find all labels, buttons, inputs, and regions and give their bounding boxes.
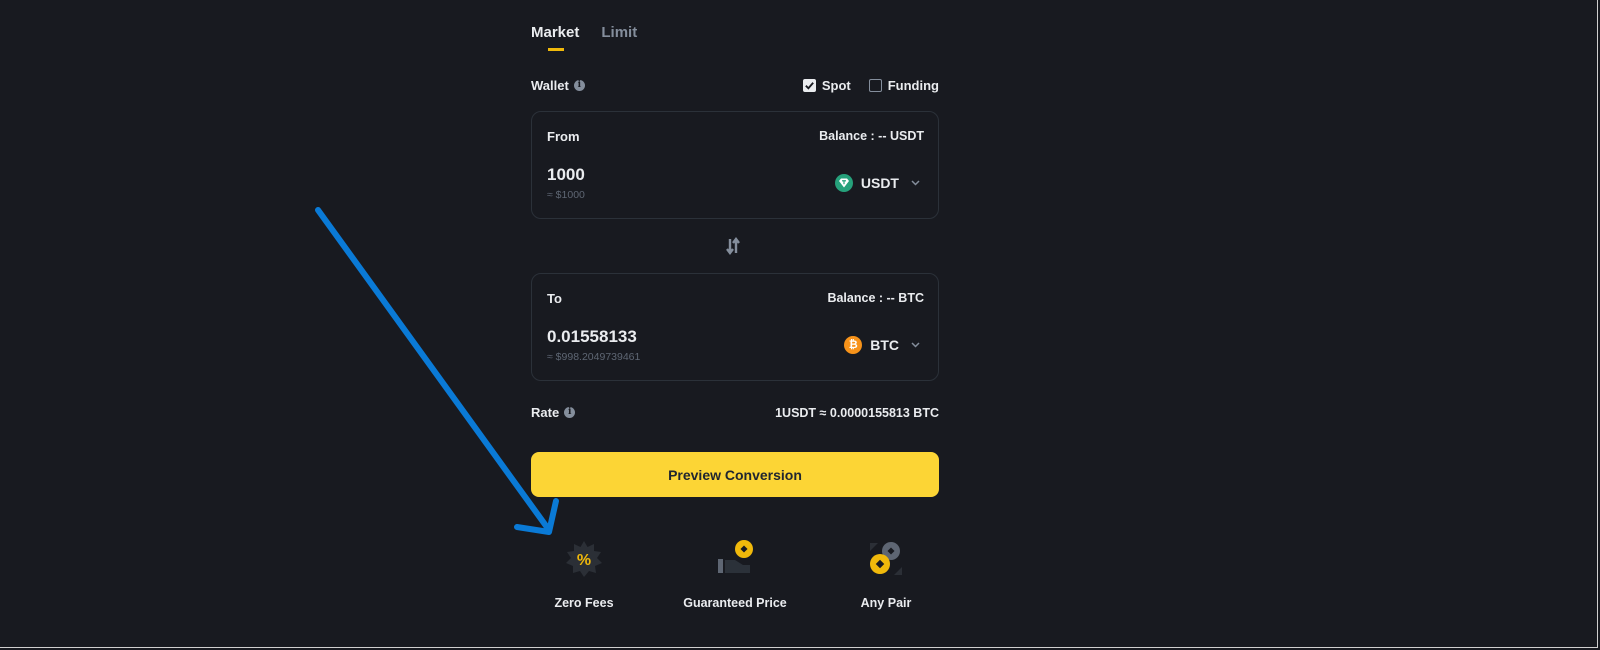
preview-conversion-button[interactable]: Preview Conversion xyxy=(531,452,939,497)
checkbox-unchecked-icon[interactable] xyxy=(868,78,882,92)
from-balance: Balance : -- USDT xyxy=(819,129,924,143)
rate-label-group: Rate i xyxy=(531,405,576,420)
from-coin-select[interactable]: USDT xyxy=(834,174,920,192)
from-coin-symbol: USDT xyxy=(860,175,899,191)
rate-row: Rate i 1USDT ≈ 0.0000155813 BTC xyxy=(531,405,939,420)
from-amount-input[interactable]: 1000 xyxy=(547,165,585,185)
wallet-options: Spot Funding xyxy=(802,77,939,93)
to-coin-select[interactable]: ₿ BTC xyxy=(844,336,920,354)
to-label: To xyxy=(547,291,562,306)
spot-checkbox[interactable]: Spot xyxy=(802,77,851,93)
tab-limit[interactable]: Limit xyxy=(601,24,637,52)
wallet-row: Wallet i Spot Funding xyxy=(531,75,939,95)
bitcoin-icon: ₿ xyxy=(844,336,863,354)
checkbox-checked-icon[interactable] xyxy=(802,78,816,92)
to-balance: Balance : -- BTC xyxy=(827,291,924,305)
to-amount-input[interactable]: 0.01558133 xyxy=(547,327,637,347)
funding-checkbox[interactable]: Funding xyxy=(868,77,939,93)
feature-label: Any Pair xyxy=(860,596,912,610)
chevron-down-icon xyxy=(911,178,920,189)
swap-arrows-icon xyxy=(726,237,740,255)
from-label: From xyxy=(547,129,580,144)
feature-label: Guaranteed Price xyxy=(683,596,787,610)
feature-zero-fees: % Zero Fees xyxy=(514,535,654,610)
percent-badge-icon: % xyxy=(514,535,654,583)
to-card: To Balance : -- BTC 0.01558133 ≈ $998.20… xyxy=(531,273,939,381)
tether-icon xyxy=(834,174,853,192)
order-type-tabs: Market Limit xyxy=(531,24,637,52)
from-fiat-value: ≈ $1000 xyxy=(547,189,585,201)
feature-guaranteed-price: Guaranteed Price xyxy=(665,535,805,610)
info-icon[interactable]: i xyxy=(564,407,576,418)
spot-label: Spot xyxy=(821,77,851,93)
rate-label: Rate xyxy=(531,405,560,420)
to-coin-symbol: BTC xyxy=(870,337,899,353)
svg-text:%: % xyxy=(577,552,591,569)
rate-value: 1USDT ≈ 0.0000155813 BTC xyxy=(775,405,939,420)
feature-any-pair: Any Pair xyxy=(816,535,956,610)
coin-pair-icon xyxy=(816,535,956,583)
funding-label: Funding xyxy=(887,77,939,93)
tab-market[interactable]: Market xyxy=(531,24,579,52)
wallet-label-group: Wallet i xyxy=(531,78,585,93)
swap-direction-button[interactable] xyxy=(726,236,742,256)
info-icon[interactable]: i xyxy=(573,79,585,91)
hand-coin-icon xyxy=(665,535,805,583)
feature-label: Zero Fees xyxy=(554,596,614,610)
wallet-label: Wallet xyxy=(531,77,569,93)
from-card: From Balance : -- USDT 1000 ≈ $1000 USDT xyxy=(531,111,939,219)
chevron-down-icon xyxy=(911,340,920,351)
to-fiat-value: ≈ $998.2049739461 xyxy=(547,351,641,363)
